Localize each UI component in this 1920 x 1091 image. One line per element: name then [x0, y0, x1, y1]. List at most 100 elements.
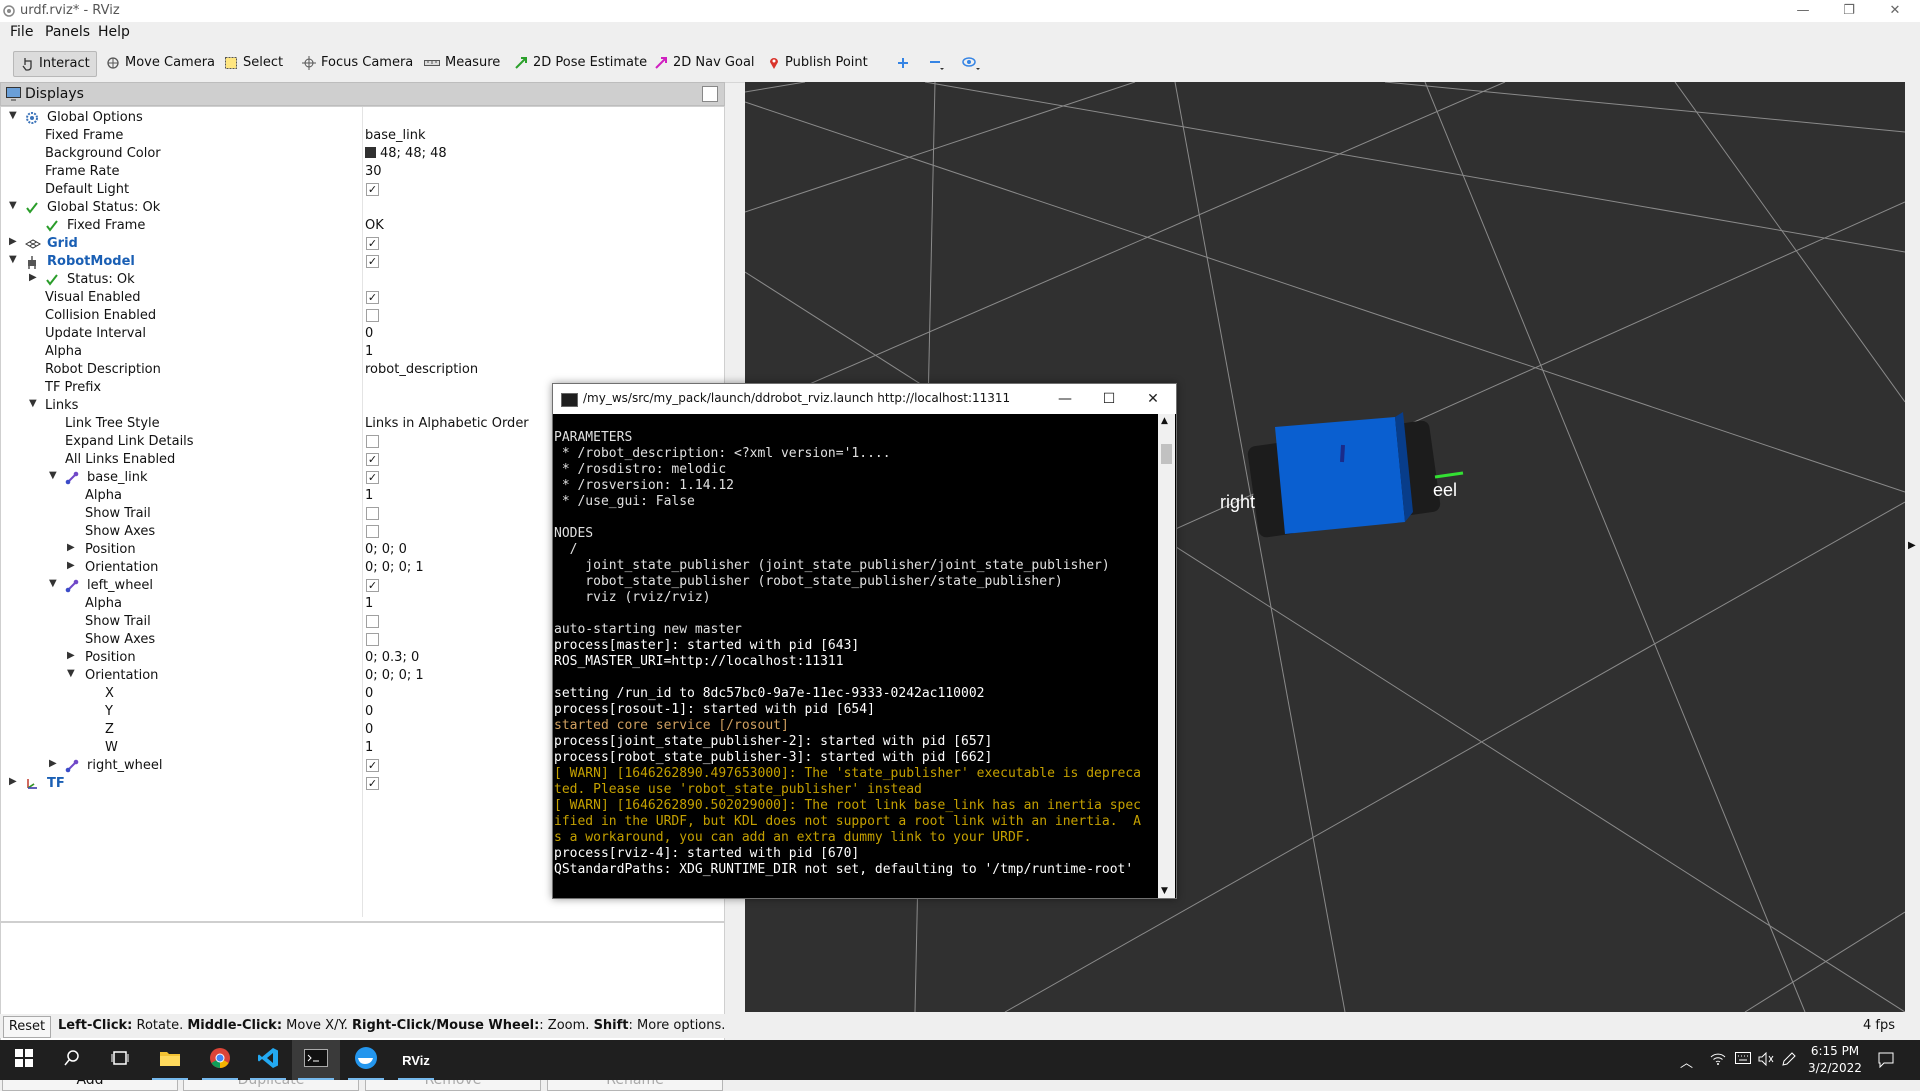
- tree-row-checkbox[interactable]: ✓: [366, 291, 379, 304]
- publish-point-tool[interactable]: Publish Point: [762, 51, 874, 75]
- collapse-arrow-icon[interactable]: ▼: [9, 200, 17, 211]
- tree-row-value[interactable]: 1: [365, 740, 373, 755]
- tree-row-checkbox[interactable]: ✓: [366, 183, 379, 196]
- expand-arrow-icon[interactable]: ▶: [67, 650, 75, 661]
- collapse-arrow-icon[interactable]: ▼: [49, 470, 57, 481]
- terminal-scroll-thumb[interactable]: [1161, 444, 1172, 464]
- interact-tool[interactable]: Interact: [13, 51, 97, 77]
- tree-row[interactable]: Fixed Frame OK: [1, 217, 724, 235]
- taskbar-rviz[interactable]: RViz: [392, 1040, 440, 1080]
- terminal-output[interactable]: PARAMETERS * /robot_description: <?xml v…: [553, 414, 1158, 898]
- menu-help[interactable]: Help: [98, 24, 130, 40]
- tree-row[interactable]: ▼ Global Status: Ok: [1, 199, 724, 217]
- wifi-icon[interactable]: [1710, 1052, 1726, 1070]
- tree-row[interactable]: Background Color 48; 48; 48: [1, 145, 724, 163]
- taskbar-file-explorer[interactable]: [146, 1040, 194, 1080]
- keyboard-icon[interactable]: [1735, 1052, 1751, 1068]
- expand-arrow-icon[interactable]: ▶: [67, 542, 75, 553]
- volume-muted-icon[interactable]: [1758, 1051, 1774, 1070]
- tree-row[interactable]: Frame Rate 30: [1, 163, 724, 181]
- expand-arrow-icon[interactable]: ▶: [9, 776, 17, 787]
- maximize-button[interactable]: ❐: [1826, 0, 1872, 22]
- tree-row-value[interactable]: robot_description: [365, 362, 478, 377]
- tree-row-value[interactable]: 1: [365, 488, 373, 503]
- taskbar-vscode[interactable]: [244, 1040, 292, 1080]
- tree-row[interactable]: ▼ Global Options: [1, 109, 724, 127]
- reset-button[interactable]: Reset: [3, 1016, 51, 1038]
- chevron-up-icon[interactable]: ︿: [1680, 1052, 1693, 1071]
- notification-icon[interactable]: [1878, 1052, 1894, 1072]
- tool-properties-button[interactable]: [956, 51, 988, 75]
- collapse-arrow-icon[interactable]: ▼: [49, 578, 57, 589]
- tree-row-checkbox[interactable]: [366, 615, 379, 628]
- views-panel-collapsed[interactable]: ▶: [1905, 82, 1920, 1012]
- tree-row-value[interactable]: 1: [365, 344, 373, 359]
- tree-row-value[interactable]: OK: [365, 218, 384, 233]
- start-button[interactable]: [0, 1040, 48, 1080]
- tree-row-value[interactable]: 0: [365, 704, 373, 719]
- tree-row[interactable]: Visual Enabled ✓: [1, 289, 724, 307]
- tree-row-value[interactable]: 0; 0; 0; 1: [365, 668, 424, 683]
- tree-row-value[interactable]: 0; 0; 0; 1: [365, 560, 424, 575]
- tree-row-value[interactable]: 0: [365, 722, 373, 737]
- tree-row-checkbox[interactable]: [366, 309, 379, 322]
- tree-row-value[interactable]: base_link: [365, 128, 425, 143]
- tree-row-checkbox[interactable]: [366, 507, 379, 520]
- menu-panels[interactable]: Panels: [45, 24, 90, 40]
- terminal-close-button[interactable]: ✕: [1131, 386, 1175, 412]
- taskbar-clock[interactable]: 6:15 PM 3/2/2022: [1795, 1043, 1875, 1077]
- tree-row-value[interactable]: Links in Alphabetic Order: [365, 416, 529, 431]
- collapse-arrow-icon[interactable]: ▼: [9, 254, 17, 265]
- terminal-minimize-button[interactable]: —: [1043, 386, 1087, 412]
- move-camera-tool[interactable]: Move Camera: [100, 51, 221, 75]
- tree-row-value[interactable]: 1: [365, 596, 373, 611]
- tree-row-value[interactable]: 0; 0.3; 0: [365, 650, 419, 665]
- expand-arrow-icon[interactable]: ▶: [49, 758, 57, 769]
- collapse-arrow-icon[interactable]: ▼: [29, 398, 37, 409]
- tree-row-checkbox[interactable]: [366, 525, 379, 538]
- select-tool[interactable]: Select: [218, 51, 289, 75]
- measure-tool[interactable]: Measure: [418, 51, 506, 75]
- tree-row[interactable]: Collision Enabled: [1, 307, 724, 325]
- tree-row-value[interactable]: 0: [365, 326, 373, 341]
- tree-row[interactable]: ▼ RobotModel ✓: [1, 253, 724, 271]
- tree-row-value[interactable]: 0; 0; 0: [365, 542, 407, 557]
- tree-row-checkbox[interactable]: ✓: [366, 471, 379, 484]
- task-view-button[interactable]: [96, 1040, 144, 1080]
- terminal-titlebar[interactable]: /my_ws/src/my_pack/launch/ddrobot_rviz.l…: [553, 384, 1176, 414]
- add-tool-button[interactable]: [890, 51, 916, 75]
- pose-estimate-tool[interactable]: 2D Pose Estimate: [508, 51, 653, 75]
- tree-row-checkbox[interactable]: ✓: [366, 453, 379, 466]
- tree-row-checkbox[interactable]: ✓: [366, 579, 379, 592]
- tree-row[interactable]: Alpha 1: [1, 343, 724, 361]
- tree-row-checkbox[interactable]: [366, 435, 379, 448]
- tree-row[interactable]: ▶ Grid ✓: [1, 235, 724, 253]
- tree-row-value[interactable]: 0: [365, 686, 373, 701]
- expand-arrow-icon[interactable]: ▶: [67, 560, 75, 571]
- tree-row-checkbox[interactable]: ✓: [366, 255, 379, 268]
- tree-row-checkbox[interactable]: ✓: [366, 237, 379, 250]
- nav-goal-tool[interactable]: 2D Nav Goal: [648, 51, 761, 75]
- taskbar-chrome[interactable]: [196, 1040, 244, 1080]
- tree-row-checkbox[interactable]: ✓: [366, 777, 379, 790]
- panel-float-toggle[interactable]: [702, 86, 718, 102]
- taskbar-docker[interactable]: [342, 1040, 390, 1080]
- menu-file[interactable]: File: [10, 24, 33, 40]
- expand-arrow-icon[interactable]: ▶: [29, 272, 37, 283]
- close-button[interactable]: ✕: [1872, 0, 1918, 22]
- tree-row-checkbox[interactable]: [366, 633, 379, 646]
- collapse-arrow-icon[interactable]: ▼: [67, 668, 75, 679]
- terminal-window[interactable]: /my_ws/src/my_pack/launch/ddrobot_rviz.l…: [552, 383, 1177, 899]
- tree-row[interactable]: Robot Description robot_description: [1, 361, 724, 379]
- tree-row-value[interactable]: 48; 48; 48: [365, 146, 447, 161]
- terminal-scrollbar[interactable]: ▲ ▼: [1158, 414, 1175, 898]
- minimize-button[interactable]: —: [1780, 0, 1826, 22]
- tree-row[interactable]: Update Interval 0: [1, 325, 724, 343]
- tree-row-checkbox[interactable]: ✓: [366, 759, 379, 772]
- remove-tool-button[interactable]: [922, 51, 952, 75]
- collapse-arrow-icon[interactable]: ▼: [9, 110, 17, 121]
- taskbar-terminal[interactable]: [292, 1040, 340, 1080]
- focus-camera-tool[interactable]: Focus Camera: [296, 51, 419, 75]
- tree-row[interactable]: Fixed Frame base_link: [1, 127, 724, 145]
- search-button[interactable]: [48, 1040, 96, 1080]
